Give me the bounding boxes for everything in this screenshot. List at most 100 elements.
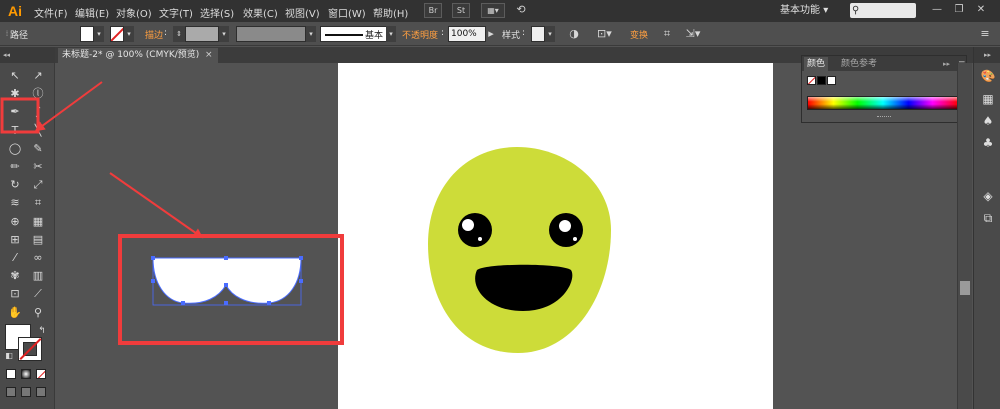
minimize-button[interactable]: — — [928, 2, 946, 18]
panel-menu-icon[interactable]: ≡ — [978, 27, 992, 41]
anchor-point[interactable] — [224, 301, 228, 305]
menu-select[interactable]: 选择(S) — [200, 5, 234, 20]
zoom-tool-icon[interactable]: ⚲ — [29, 304, 47, 322]
vertical-scrollbar[interactable] — [957, 63, 972, 409]
workspace-switcher[interactable]: 基本功能 ▾ — [780, 3, 842, 18]
anchor-point[interactable] — [299, 256, 303, 260]
ellipse-tool-icon[interactable]: ◯ — [6, 140, 24, 158]
pen-tool-icon[interactable]: ✒ — [6, 103, 24, 121]
search-field[interactable]: ⚲ — [850, 3, 916, 18]
dock-header[interactable]: ▸▸ — [974, 47, 1000, 63]
menu-edit[interactable]: 编辑(E) — [75, 5, 109, 20]
graphic-style-box[interactable] — [531, 26, 545, 42]
white-swatch[interactable] — [827, 76, 836, 85]
swatches-panel-icon[interactable]: ▦ — [979, 90, 997, 108]
menu-effect[interactable]: 效果(C) — [243, 5, 278, 20]
artboard-tool-icon[interactable]: ⊡ — [6, 285, 24, 303]
scrollbar-thumb[interactable] — [960, 281, 970, 295]
recolor-artwork-icon[interactable]: ◑ — [567, 27, 581, 41]
stroke-weight-field[interactable] — [185, 26, 219, 42]
rotate-tool-icon[interactable]: ↻ — [6, 176, 24, 194]
menu-help[interactable]: 帮助(H) — [373, 5, 408, 20]
swap-fill-stroke-icon[interactable]: ↰ — [33, 322, 51, 340]
shape-builder-tool-icon[interactable]: ⊕ — [6, 213, 24, 231]
collapse-panel-icon[interactable]: ▸▸ — [940, 57, 953, 71]
tab-color-guide[interactable]: 颜色参考 — [838, 57, 880, 71]
mesh-tool-icon[interactable]: ⊞ — [6, 231, 24, 249]
stroke-dropdown-icon[interactable]: ▾ — [124, 26, 134, 42]
draw-normal-icon[interactable] — [6, 387, 16, 397]
hand-tool-icon[interactable]: ✋ — [6, 304, 24, 322]
opacity-label[interactable]: 不透明度 — [402, 28, 438, 41]
anchor-point[interactable] — [299, 279, 303, 283]
opacity-expand-icon[interactable]: ▸ — [486, 27, 496, 41]
scale-tool-icon[interactable]: ⤢ — [29, 176, 47, 194]
default-colors-icon[interactable]: ◧ — [0, 347, 18, 365]
arrange-documents-icon[interactable]: ▦▾ — [481, 3, 505, 18]
stroke-weight-stepper[interactable]: ⇕ — [173, 26, 185, 42]
anchor-point[interactable] — [181, 301, 185, 305]
color-spectrum[interactable] — [807, 96, 959, 110]
menu-file[interactable]: 文件(F) — [34, 5, 68, 20]
stroke-weight-dropdown-icon[interactable]: ▾ — [219, 26, 229, 42]
warp-tool-icon[interactable]: ≋ — [6, 194, 24, 212]
close-window-button[interactable]: ✕ — [972, 2, 990, 18]
direct-selection-tool-icon[interactable]: ↗ — [29, 67, 47, 85]
document-tab[interactable]: 未标题-2* @ 100% (CMYK/预览) × — [58, 48, 218, 63]
close-tab-icon[interactable]: × — [205, 48, 213, 63]
selected-teeth-path[interactable] — [152, 257, 302, 304]
resize-grip-icon[interactable] — [877, 116, 891, 119]
menu-type[interactable]: 文字(T) — [159, 5, 193, 20]
profile-dropdown-icon[interactable]: ▾ — [306, 26, 316, 42]
sync-icon[interactable]: ⟲ — [512, 3, 530, 18]
stroke-color-box[interactable] — [110, 26, 124, 42]
pencil-tool-icon[interactable]: ✏ — [6, 158, 24, 176]
column-graph-tool-icon[interactable]: ▥ — [29, 267, 47, 285]
color-mode-icon[interactable] — [6, 369, 16, 379]
menu-view[interactable]: 视图(V) — [285, 5, 320, 20]
opacity-field[interactable]: 100% — [448, 26, 486, 42]
layers-panel-icon[interactable]: ◈ — [979, 187, 997, 205]
stock-button[interactable]: St — [452, 3, 470, 18]
menu-object[interactable]: 对象(O) — [116, 5, 152, 20]
maximize-button[interactable]: ❐ — [950, 2, 968, 18]
paintbrush-tool-icon[interactable]: ✎ — [29, 140, 47, 158]
variable-width-profile[interactable] — [236, 26, 306, 42]
lasso-tool-icon[interactable]: ⓛ — [29, 85, 47, 103]
artboards-panel-icon[interactable]: ⧉ — [979, 209, 997, 227]
magic-wand-tool-icon[interactable]: ✱ — [6, 85, 24, 103]
line-tool-icon[interactable]: ╲ — [29, 122, 47, 140]
isolate-icon[interactable]: ⌗ — [660, 27, 674, 41]
symbol-sprayer-tool-icon[interactable]: ✾ — [6, 267, 24, 285]
tab-color[interactable]: 颜色 — [804, 57, 829, 71]
perspective-grid-tool-icon[interactable]: ▦ — [29, 213, 47, 231]
draw-inside-icon[interactable] — [36, 387, 46, 397]
anchor-point[interactable] — [224, 256, 228, 260]
align-icon[interactable]: ⊡▾ — [597, 27, 612, 41]
scissors-tool-icon[interactable]: ✂ — [29, 158, 47, 176]
black-swatch[interactable] — [817, 76, 826, 85]
selection-tool-icon[interactable]: ↖ — [6, 67, 24, 85]
fill-dropdown-icon[interactable]: ▾ — [94, 26, 104, 42]
fill-color-box[interactable] — [80, 26, 94, 42]
bridge-button[interactable]: Br — [424, 3, 442, 18]
slice-tool-icon[interactable]: ⟋ — [29, 285, 47, 303]
eyedropper-tool-icon[interactable]: ⁄ — [6, 249, 24, 267]
draw-behind-icon[interactable] — [21, 387, 31, 397]
left-eye[interactable] — [458, 213, 492, 247]
stroke-label[interactable]: 描边 — [145, 28, 163, 41]
face-shape[interactable] — [428, 147, 611, 353]
anchor-point[interactable] — [267, 301, 271, 305]
type-tool-icon[interactable]: T — [6, 122, 24, 140]
menu-window[interactable]: 窗口(W) — [328, 5, 366, 20]
gradient-tool-icon[interactable]: ▤ — [29, 231, 47, 249]
none-mode-icon[interactable] — [36, 369, 46, 379]
symbols-panel-icon[interactable]: ♣ — [979, 134, 997, 152]
stroke-swatch[interactable] — [18, 337, 42, 361]
free-transform-tool-icon[interactable]: ⌗ — [29, 194, 47, 212]
gradient-mode-icon[interactable] — [21, 369, 31, 379]
transform-link[interactable]: 变换 — [630, 28, 648, 41]
curvature-tool-icon[interactable]: ∫ — [29, 103, 47, 121]
anchor-point[interactable] — [151, 256, 155, 260]
style-dropdown-icon[interactable]: ▾ — [545, 26, 555, 42]
